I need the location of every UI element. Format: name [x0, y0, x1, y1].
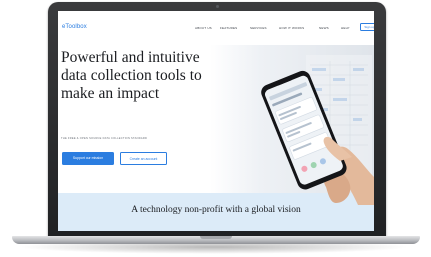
signup-button[interactable]: Sign up: [360, 23, 374, 31]
website-screen: eToolbox ABOUT US FEATURES SERVICES HOW …: [58, 11, 374, 231]
site-logo[interactable]: eToolbox: [62, 24, 87, 30]
nav-how-it-works[interactable]: HOW IT WORKS: [279, 26, 304, 30]
hero-title: Powerful and intuitive data collection t…: [61, 49, 221, 103]
nav-help[interactable]: HELP: [341, 26, 350, 30]
support-mission-button[interactable]: Support our mission: [62, 152, 114, 165]
nav-features[interactable]: FEATURES: [220, 26, 237, 30]
nav-services[interactable]: SERVICES: [250, 26, 267, 30]
nav-news[interactable]: NEWS: [319, 26, 329, 30]
hero-title-line-1: Powerful and intuitive: [61, 49, 200, 66]
laptop-base: [12, 236, 420, 244]
camera-icon: [216, 5, 219, 8]
hero-subtitle: THE FREE & OPEN SOURCE DATA COLLECTION S…: [61, 137, 148, 140]
create-account-button[interactable]: Create an account: [120, 152, 167, 165]
hero-section: Powerful and intuitive data collection t…: [58, 45, 374, 205]
hero-title-line-2: data collection tools to: [61, 67, 202, 84]
phone-in-hand-illustration: [261, 70, 374, 205]
nav-about-us[interactable]: ABOUT US: [195, 26, 212, 30]
laptop-notch: [200, 236, 232, 239]
top-navigation: eToolbox ABOUT US FEATURES SERVICES HOW …: [58, 11, 374, 45]
mission-heading: A technology non-profit with a global vi…: [131, 205, 301, 215]
laptop-mockup: eToolbox ABOUT US FEATURES SERVICES HOW …: [0, 0, 431, 257]
hero-title-line-3: make an impact: [61, 85, 160, 102]
